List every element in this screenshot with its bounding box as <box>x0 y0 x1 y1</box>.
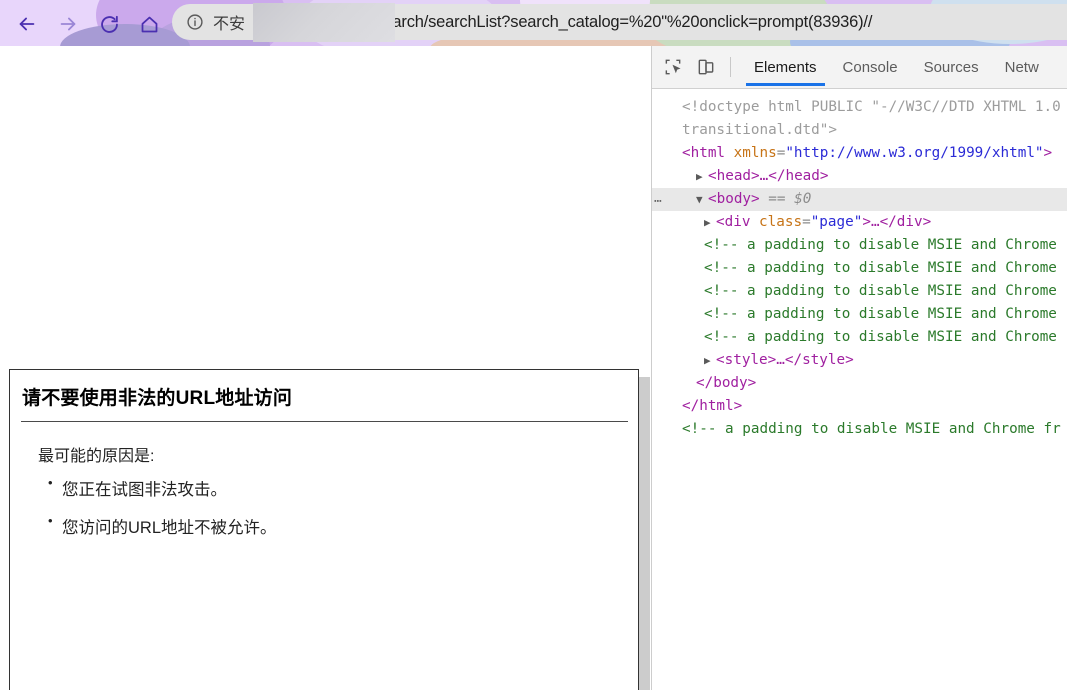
inspect-element-button[interactable] <box>661 55 685 79</box>
dom-node-style[interactable]: ▶ <style>…</style> <box>652 349 1067 372</box>
div-attr-value: "page" <box>810 214 863 230</box>
browser-toolbar: 不安 /search/searchList?search_catalog=%20… <box>0 0 1067 46</box>
home-button[interactable] <box>136 11 162 37</box>
forward-button[interactable] <box>55 11 81 37</box>
body-close-tag: </body> <box>696 375 757 391</box>
dom-node-comment[interactable]: <!-- a padding to disable MSIE and Chrom… <box>652 280 1067 303</box>
doctype-text-line2: transitional.dtd"> <box>682 122 837 138</box>
device-toolbar-button[interactable] <box>694 55 718 79</box>
chevron-down-icon[interactable]: ▼ <box>696 188 707 211</box>
chevron-right-icon[interactable]: ▶ <box>704 211 715 234</box>
html-close-bracket: > <box>1043 145 1053 161</box>
dom-node-body-close[interactable]: </body> <box>652 372 1067 395</box>
error-message-box: 请不要使用非法的URL地址访问 最可能的原因是: 您正在试图非法攻击。 您访问的… <box>9 369 639 690</box>
dom-node-comment[interactable]: <!-- a padding to disable MSIE and Chrom… <box>652 234 1067 257</box>
redaction-overlay <box>253 3 395 42</box>
trailing-comment-text: <!-- a padding to disable MSIE and Chrom… <box>682 421 1061 437</box>
dom-node-html-close[interactable]: </html> <box>652 395 1067 418</box>
body-open-tag: <body> <box>708 191 760 207</box>
dom-node-doctype-cont: transitional.dtd"> <box>652 119 1067 142</box>
reload-button[interactable] <box>96 11 122 37</box>
tab-network[interactable]: Netw <box>992 48 1052 86</box>
devtools-panel: Elements Console Sources Netw <!doctype … <box>651 46 1067 690</box>
url-text: /search/searchList?search_catalog=%20"%2… <box>371 12 873 31</box>
devtools-tabbar: Elements Console Sources Netw <box>652 46 1067 89</box>
div-collapsed-rest: >…</div> <box>862 214 932 230</box>
list-item: 您正在试图非法攻击。 <box>48 475 638 500</box>
back-button[interactable] <box>14 11 40 37</box>
dom-node-body[interactable]: ⋯ ▼ <body> == $0 <box>652 188 1067 211</box>
tab-elements[interactable]: Elements <box>741 48 830 86</box>
arrow-right-icon <box>60 17 76 31</box>
tab-sources[interactable]: Sources <box>911 48 992 86</box>
device-toolbar-icon <box>698 59 714 75</box>
toolbar-divider <box>730 57 731 77</box>
home-icon <box>141 16 157 32</box>
chevron-right-icon[interactable]: ▶ <box>704 349 715 372</box>
comment-text: <!-- a padding to disable MSIE and Chrom… <box>704 283 1057 299</box>
dom-node-doctype[interactable]: <!doctype html PUBLIC "-//W3C//DTD XHTML… <box>652 96 1067 119</box>
dom-node-comment[interactable]: <!-- a padding to disable MSIE and Chrom… <box>652 326 1067 349</box>
comment-text: <!-- a padding to disable MSIE and Chrom… <box>704 306 1057 322</box>
comment-text: <!-- a padding to disable MSIE and Chrom… <box>704 329 1057 345</box>
error-title: 请不要使用非法的URL地址访问 <box>22 388 293 409</box>
dom-node-head[interactable]: ▶ <head>…</head> <box>652 165 1067 188</box>
inspect-element-icon <box>665 59 681 75</box>
chevron-right-icon[interactable]: ▶ <box>696 165 707 188</box>
html-attr-name: xmlns <box>733 145 777 161</box>
comment-text: <!-- a padding to disable MSIE and Chrom… <box>704 237 1057 253</box>
dom-node-trailing-comment[interactable]: <!-- a padding to disable MSIE and Chrom… <box>652 418 1067 441</box>
list-item: 您访问的URL地址不被允许。 <box>48 513 638 538</box>
selected-node-reference: == $0 <box>768 191 812 207</box>
head-collapsed-label: <head>…</head> <box>708 168 829 184</box>
security-status-label: 不安 <box>213 16 246 33</box>
dom-node-comment[interactable]: <!-- a padding to disable MSIE and Chrom… <box>652 303 1067 326</box>
dom-node-div-page[interactable]: ▶ <div class="page">…</div> <box>652 211 1067 234</box>
doctype-text-line1: <!doctype html PUBLIC "-//W3C//DTD XHTML… <box>682 99 1061 115</box>
page-viewport: 请不要使用非法的URL地址访问 最可能的原因是: 您正在试图非法攻击。 您访问的… <box>0 46 650 690</box>
div-attr-name: class <box>759 214 803 230</box>
error-reason-label: 最可能的原因是: <box>38 448 155 465</box>
error-reason-list: 您正在试图非法攻击。 您访问的URL地址不被允许。 <box>10 475 638 538</box>
html-attr-value: "http://www.w3.org/1999/xhtml" <box>785 145 1044 161</box>
dom-node-html[interactable]: <html xmlns="http://www.w3.org/1999/xhtm… <box>652 142 1067 165</box>
html-open-tag: <html <box>682 145 726 161</box>
html-close-tag: </html> <box>682 398 743 414</box>
info-circle-icon[interactable] <box>186 13 204 31</box>
style-collapsed-label: <style>…</style> <box>716 352 854 368</box>
comment-text: <!-- a padding to disable MSIE and Chrom… <box>704 260 1057 276</box>
tab-console[interactable]: Console <box>830 48 911 86</box>
reload-icon <box>100 15 118 33</box>
more-options-icon[interactable]: ⋯ <box>654 190 663 211</box>
browser-window: 不安 /search/searchList?search_catalog=%20… <box>0 0 1067 690</box>
arrow-left-icon <box>19 17 35 31</box>
title-divider <box>21 421 628 422</box>
dom-tree: <!doctype html PUBLIC "-//W3C//DTD XHTML… <box>652 89 1067 441</box>
div-open-tag: <div <box>716 214 751 230</box>
dom-node-comment[interactable]: <!-- a padding to disable MSIE and Chrom… <box>652 257 1067 280</box>
